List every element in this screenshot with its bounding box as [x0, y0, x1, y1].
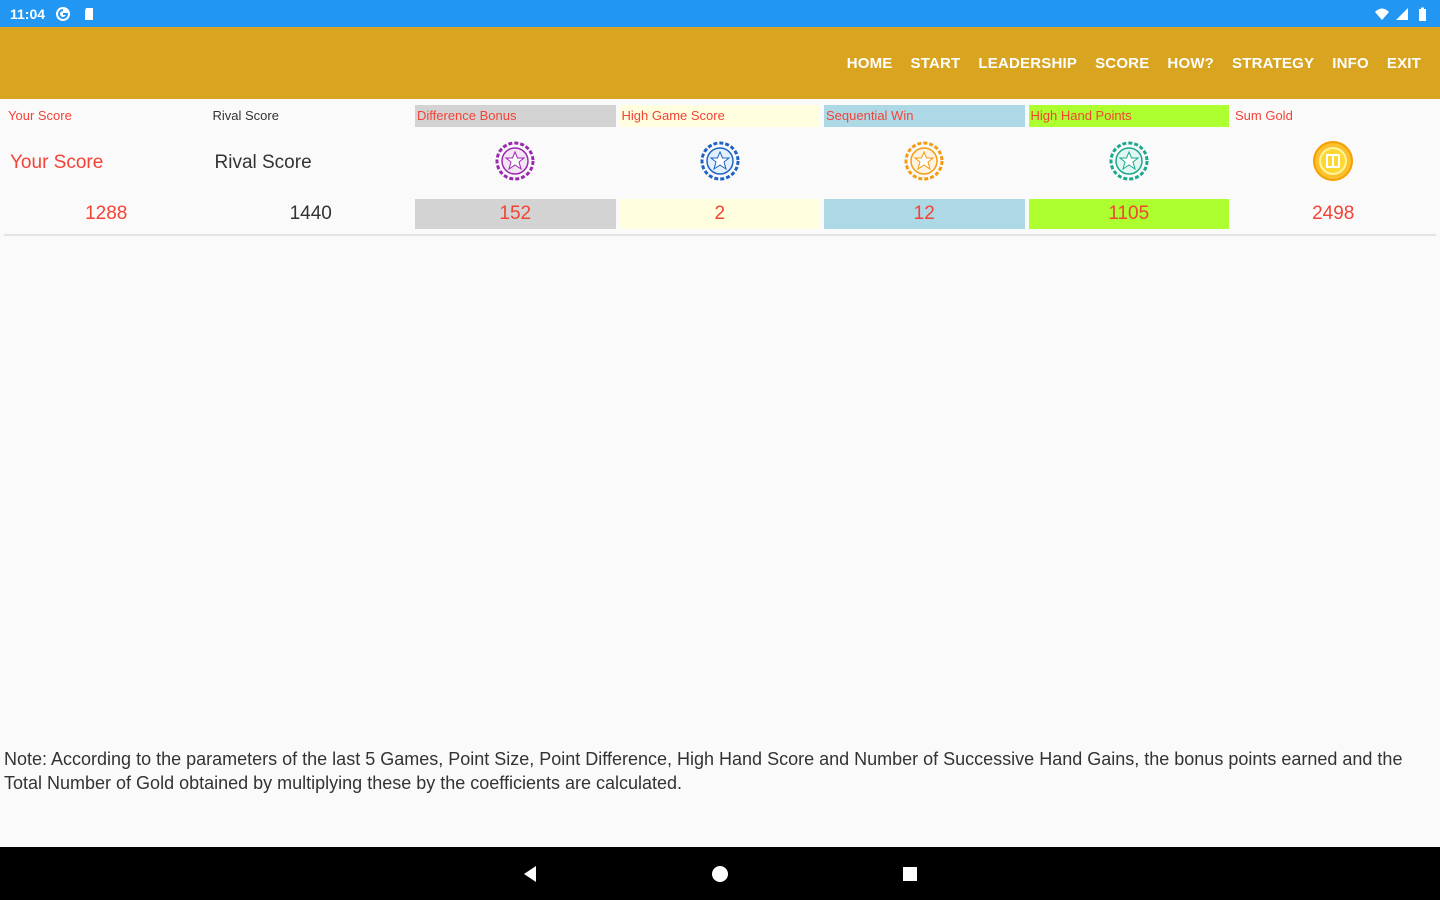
rival-score-value: 1440 [289, 203, 332, 224]
note-text: Note: According to the parameters of the… [4, 749, 1403, 793]
header-high-hand-points: High Hand Points [1028, 105, 1229, 127]
table-header-row: Your Score Rival Score Difference Bonus … [4, 105, 1436, 127]
your-score-value: 1288 [85, 203, 128, 224]
rival-score-label: Rival Score [214, 152, 312, 173]
status-bar: 11:04 [0, 0, 1440, 27]
menu-strategy[interactable]: STRATEGY [1232, 55, 1314, 72]
gold-coin-icon [1312, 140, 1354, 187]
recents-square-icon [903, 866, 917, 881]
header-rival-score: Rival Score [212, 108, 279, 123]
table-divider [4, 234, 1436, 236]
sd-card-icon [81, 6, 97, 22]
teal-star-chip-icon [1109, 141, 1149, 186]
your-score-label: Your Score [10, 152, 104, 173]
header-your-score: Your Score [8, 108, 72, 123]
score-table: Your Score Rival Score Difference Bonus … [4, 105, 1436, 229]
menu-exit[interactable]: EXIT [1387, 55, 1421, 72]
back-triangle-icon [524, 865, 536, 882]
content-area: Your Score Rival Score Difference Bonus … [0, 99, 1440, 847]
home-button[interactable] [700, 854, 740, 894]
app-bar: HOME START LEADERSHIP SCORE HOW? STRATEG… [0, 27, 1440, 99]
menu-how[interactable]: HOW? [1167, 55, 1214, 72]
table-icon-row: Your Score Rival Score [4, 127, 1436, 199]
orange-star-chip-icon [904, 141, 944, 186]
header-high-game-score: High Game Score [619, 105, 820, 127]
menu-score[interactable]: SCORE [1095, 55, 1149, 72]
wifi-icon [1374, 6, 1390, 22]
table-values-row: 1288 1440 152 2 12 1105 2498 [4, 199, 1436, 229]
menu-home[interactable]: HOME [847, 55, 893, 72]
back-button[interactable] [510, 854, 550, 894]
g-icon [55, 6, 71, 22]
blue-star-chip-icon [700, 141, 740, 186]
recents-button[interactable] [890, 854, 930, 894]
high-game-score-value: 2 [619, 199, 820, 229]
home-circle-icon [712, 865, 728, 882]
signal-icon [1394, 6, 1410, 22]
sequential-win-value: 12 [824, 199, 1025, 229]
menu-info[interactable]: INFO [1332, 55, 1369, 72]
menu-start[interactable]: START [911, 55, 961, 72]
navigation-bar [0, 847, 1440, 900]
difference-bonus-value: 152 [415, 199, 616, 229]
status-time: 11:04 [10, 5, 46, 22]
sum-gold-value: 2498 [1312, 203, 1355, 224]
header-sequential-win: Sequential Win [824, 105, 1025, 127]
menu-leadership[interactable]: LEADERSHIP [978, 55, 1077, 72]
high-hand-points-value: 1105 [1028, 199, 1229, 229]
header-sum-gold: Sum Gold [1235, 108, 1293, 123]
battery-icon [1414, 6, 1430, 22]
purple-star-chip-icon [495, 141, 535, 186]
header-difference-bonus: Difference Bonus [415, 105, 616, 127]
